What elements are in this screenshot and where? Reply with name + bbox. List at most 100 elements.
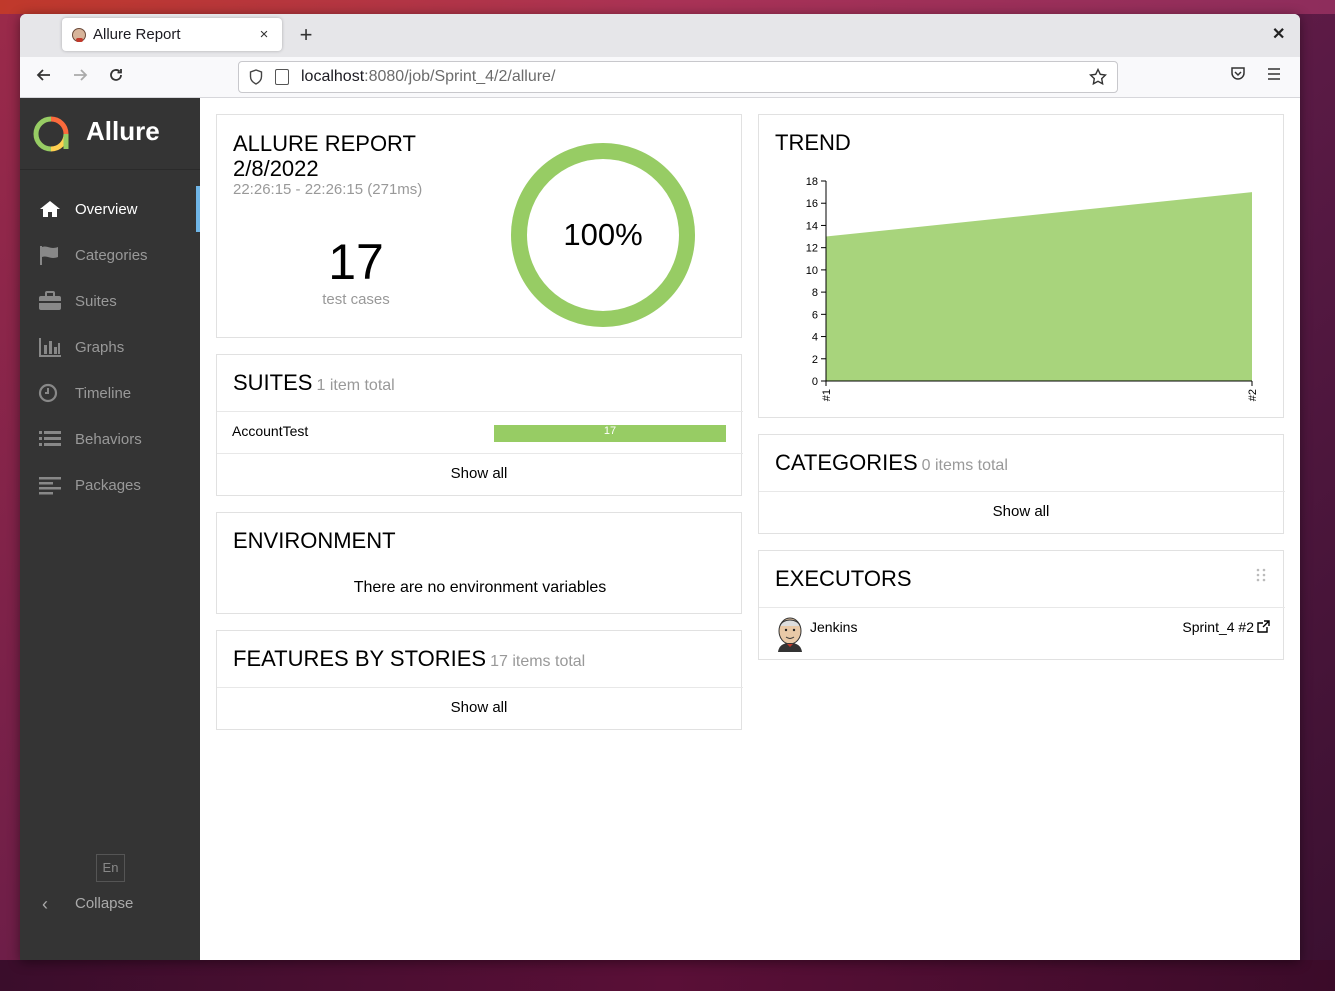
back-button[interactable]: [32, 66, 56, 90]
page-info-icon[interactable]: [275, 69, 289, 85]
trend-widget: TREND 0 2 4 6 8 10 12 14 16 18 #1 #2: [758, 114, 1284, 418]
hamburger-menu-icon: [1268, 68, 1280, 80]
features-subtitle: 17 items total: [490, 653, 586, 670]
main-content: ALLURE REPORT 2/8/2022 22:26:15 - 22:26:…: [200, 98, 1300, 960]
categories-title: CATEGORIES: [775, 450, 918, 475]
features-show-all-link[interactable]: Show all: [217, 699, 741, 716]
sidebar: Allure Overview Categories Suites Graphs…: [20, 98, 200, 960]
y-tick-label: 18: [806, 176, 818, 188]
home-icon: [40, 201, 60, 217]
sidebar-item-label: Suites: [75, 292, 117, 310]
x-tick-label: #2: [1247, 389, 1259, 401]
pocket-icon: [1231, 67, 1245, 80]
y-tick-label: 10: [806, 265, 818, 277]
divider: [217, 687, 743, 688]
window-close-button[interactable]: ✕: [1272, 24, 1285, 44]
sidebar-item-label: Timeline: [75, 384, 132, 402]
report-time-range: 22:26:15 - 22:26:15 (271ms): [233, 181, 423, 198]
tab-close-icon[interactable]: ×: [256, 26, 272, 43]
url-bar[interactable]: localhost:8080/job/Sprint_4/2/allure/: [238, 61, 1118, 93]
shield-icon[interactable]: [249, 69, 263, 85]
sidebar-item-categories[interactable]: Categories: [20, 232, 200, 278]
browser-tab[interactable]: Allure Report ×: [62, 18, 282, 51]
url-host: localhost: [301, 68, 365, 85]
x-tick-label: #1: [821, 389, 833, 401]
report-title: ALLURE REPORT 2/8/2022: [233, 131, 416, 181]
executor-row: Jenkins Sprint_4 #2: [759, 608, 1285, 658]
navigation-bar: localhost:8080/job/Sprint_4/2/allure/: [20, 57, 1300, 98]
allure-logo-icon: [33, 116, 69, 152]
url-path: :8080/job/Sprint_4/2/allure/: [364, 68, 556, 85]
sidebar-item-behaviors[interactable]: Behaviors: [20, 416, 200, 462]
new-tab-button[interactable]: +: [296, 23, 316, 47]
sidebar-item-suites[interactable]: Suites: [20, 278, 200, 324]
categories-widget: CATEGORIES 0 items total Show all: [758, 434, 1285, 534]
pass-rate-donut[interactable]: 100%: [509, 141, 697, 329]
categories-subtitle: 0 items total: [921, 457, 1008, 474]
suites-title: SUITES: [233, 370, 313, 395]
report-title-line: ALLURE REPORT: [233, 131, 416, 156]
drag-handle-icon[interactable]: [1255, 567, 1267, 583]
pocket-button[interactable]: [1230, 66, 1246, 87]
align-left-icon: [39, 477, 61, 495]
y-tick-label: 14: [806, 220, 818, 232]
y-tick-label: 8: [812, 287, 818, 299]
brand-header[interactable]: Allure: [20, 98, 200, 170]
suite-row[interactable]: AccountTest 17: [217, 412, 743, 452]
language-selector[interactable]: En: [96, 854, 125, 882]
tab-title: Allure Report: [93, 26, 181, 43]
suites-show-all-link[interactable]: Show all: [217, 465, 741, 482]
chevron-left-icon: ‹: [42, 894, 48, 914]
executor-build-link[interactable]: Sprint_4 #2: [1182, 619, 1254, 635]
back-arrow-icon: [36, 69, 50, 81]
categories-show-all-link[interactable]: Show all: [759, 503, 1283, 520]
desktop-background-bottom: [0, 960, 1335, 991]
sidebar-item-timeline[interactable]: Timeline: [20, 370, 200, 416]
suites-widget: SUITES 1 item total AccountTest 17 Show a…: [216, 354, 743, 496]
y-tick-label: 16: [806, 198, 818, 210]
summary-widget: ALLURE REPORT 2/8/2022 22:26:15 - 22:26:…: [216, 114, 742, 338]
tab-bar: Allure Report × + ✕: [20, 14, 1300, 57]
list-icon: [39, 431, 61, 446]
executors-widget: EXECUTORS Jenkins Sprint_4 #2: [758, 550, 1285, 660]
flag-icon: [40, 246, 58, 265]
clock-icon: [38, 383, 58, 403]
divider: [759, 491, 1285, 492]
external-link-icon[interactable]: [1257, 620, 1270, 633]
collapse-label: Collapse: [75, 895, 134, 912]
forward-button[interactable]: [68, 66, 92, 90]
sidebar-item-label: Graphs: [75, 338, 125, 356]
browser-window: Allure Report × + ✕ localhost:8080/job/S…: [20, 14, 1300, 960]
divider: [217, 453, 743, 454]
sidebar-item-label: Behaviors: [75, 430, 142, 448]
y-tick-label: 12: [806, 243, 818, 255]
jenkins-favicon-icon: [72, 27, 86, 42]
suite-name: AccountTest: [232, 423, 309, 439]
executors-title: EXECUTORS: [775, 566, 912, 591]
sidebar-item-overview[interactable]: Overview: [20, 186, 200, 232]
sidebar-item-label: Categories: [75, 246, 148, 264]
test-case-count: 17: [328, 234, 384, 290]
reload-button[interactable]: [104, 66, 128, 90]
menu-button[interactable]: [1266, 66, 1282, 87]
pass-rate-percent: 100%: [563, 217, 642, 252]
environment-empty-message: There are no environment variables: [353, 579, 607, 596]
sidebar-item-packages[interactable]: Packages: [20, 462, 200, 508]
features-widget: FEATURES BY STORIES 17 items total Show a…: [216, 630, 743, 730]
suites-subtitle: 1 item total: [316, 377, 395, 394]
reload-icon: [110, 69, 122, 81]
allure-app: Allure Overview Categories Suites Graphs…: [20, 98, 1300, 960]
y-tick-label: 0: [812, 376, 818, 388]
sidebar-item-label: Overview: [75, 200, 138, 218]
bookmark-star-icon[interactable]: [1089, 68, 1107, 86]
y-tick-label: 2: [812, 354, 818, 366]
environment-title: ENVIRONMENT: [233, 528, 396, 553]
report-date: 2/8/2022: [233, 156, 319, 181]
sidebar-item-graphs[interactable]: Graphs: [20, 324, 200, 370]
jenkins-avatar-icon: [778, 617, 802, 652]
trend-chart[interactable]: 0 2 4 6 8 10 12 14 16 18 #1 #2: [759, 165, 1285, 405]
test-case-count-label: test cases: [322, 291, 390, 308]
collapse-button[interactable]: ‹ Collapse: [20, 890, 200, 920]
forward-arrow-icon: [74, 69, 88, 81]
desktop-background-top: [0, 0, 1335, 14]
